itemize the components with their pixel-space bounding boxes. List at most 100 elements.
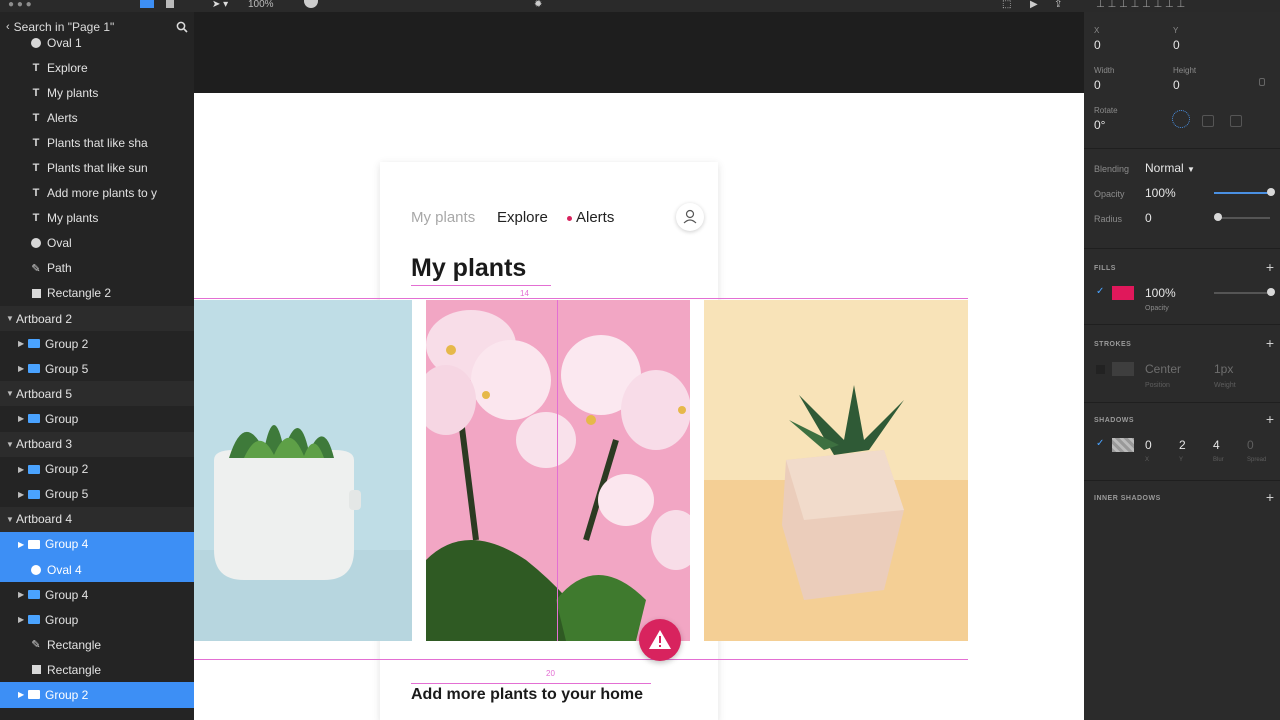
fill-opacity-field[interactable]: 100% (1145, 286, 1176, 300)
layer-artboard-row[interactable]: ▼ Artboard 5 (0, 381, 194, 407)
export-icon[interactable]: ⬚ (1002, 0, 1011, 10)
lock-icon[interactable] (1259, 78, 1265, 86)
opacity-slider-knob[interactable] (1267, 188, 1275, 196)
plant-card-orchid[interactable] (426, 300, 690, 641)
layer-row[interactable]: ▶ Group 2 (0, 331, 194, 356)
layer-row[interactable]: T Add more plants to y (0, 181, 194, 206)
shadow-enabled-check-icon[interactable]: ✓ (1096, 438, 1104, 449)
strokes-header: STROKES (1094, 341, 1132, 348)
radius-slider-knob[interactable] (1214, 213, 1222, 221)
plant-card-geometric-pot[interactable] (704, 300, 968, 641)
disclosure-right-icon[interactable]: ▶ (18, 414, 28, 423)
layers-icon[interactable] (140, 0, 154, 8)
nav-my-plants[interactable]: My plants (411, 209, 475, 226)
document-icon[interactable] (166, 0, 174, 8)
layer-row[interactable]: T Plants that like sha (0, 130, 194, 155)
rotate-field[interactable]: 0° (1094, 118, 1105, 132)
plant-card-succulent-white-pot[interactable] (194, 300, 412, 641)
shadow-spread-field[interactable]: 0 (1247, 438, 1254, 452)
rotate-dial-icon[interactable] (1172, 110, 1190, 128)
layer-artboard-row[interactable]: ▼ Artboard 3 (0, 431, 194, 457)
zoom-value[interactable]: 100% (248, 0, 274, 10)
layer-row[interactable]: ▶ Group (0, 607, 194, 632)
disclosure-right-icon[interactable]: ▶ (18, 364, 28, 373)
avatar[interactable] (676, 203, 704, 231)
layer-row[interactable]: ▶ Group (0, 406, 194, 431)
artboard[interactable]: My plants Explore Alerts My plants Add m… (194, 93, 1084, 720)
add-stroke-plus-icon[interactable]: + (1266, 336, 1274, 350)
layer-row[interactable]: ▶ Group 2 (0, 457, 194, 482)
rotate-label: Rotate (1094, 106, 1118, 115)
disclosure-right-icon[interactable]: ▶ (18, 465, 28, 474)
shadow-blur-field[interactable]: 4 (1213, 438, 1220, 452)
layer-row[interactable]: ▶ Group 2 (0, 682, 194, 708)
flip-horizontal-icon[interactable] (1202, 115, 1214, 127)
disclosure-down-icon[interactable]: ▼ (6, 515, 16, 524)
radius-slider[interactable] (1214, 217, 1270, 219)
disclosure-down-icon[interactable]: ▼ (6, 440, 16, 449)
disclosure-down-icon[interactable]: ▼ (6, 314, 16, 323)
disclosure-right-icon[interactable]: ▶ (18, 590, 28, 599)
shadow-x-field[interactable]: 0 (1145, 438, 1152, 452)
user-icon (683, 209, 697, 224)
gear-icon[interactable]: ✹ (534, 0, 542, 10)
layer-row[interactable]: ▶ Group 5 (0, 482, 194, 507)
layer-row[interactable]: Rectangle (0, 657, 194, 682)
layer-row[interactable]: Rectangle 2 (0, 281, 194, 306)
height-field[interactable]: 0 (1173, 78, 1180, 92)
layer-row[interactable]: T My plants (0, 206, 194, 231)
disclosure-right-icon[interactable]: ▶ (18, 540, 28, 549)
fill-enabled-check-icon[interactable]: ✓ (1096, 286, 1104, 297)
layer-row[interactable]: T Plants that like sun (0, 155, 194, 180)
add-fill-plus-icon[interactable]: + (1266, 260, 1274, 274)
layer-row[interactable]: ▶ Group 5 (0, 356, 194, 381)
fill-color-swatch[interactable] (1112, 286, 1134, 300)
play-icon[interactable]: ▶ (1030, 0, 1038, 10)
layer-label: Group (45, 612, 79, 627)
add-shadow-plus-icon[interactable]: + (1266, 412, 1274, 426)
layer-row[interactable]: T Explore (0, 55, 194, 80)
stroke-position-select[interactable]: Center (1145, 362, 1181, 376)
align-icons[interactable]: ⊥ ⊥ ⊥ ⊥ ⊥ ⊥ ⊥ ⊥ (1096, 0, 1185, 10)
disclosure-right-icon[interactable]: ▶ (18, 339, 28, 348)
stroke-enabled-checkbox[interactable] (1096, 365, 1105, 374)
shadow-y-field[interactable]: 2 (1179, 438, 1186, 452)
window-controls-icon[interactable]: ● ● ● (8, 0, 32, 10)
layer-row[interactable]: ✎ Rectangle (0, 632, 194, 657)
x-field[interactable]: 0 (1094, 38, 1101, 52)
add-inner-shadow-plus-icon[interactable]: + (1266, 490, 1274, 504)
blending-select[interactable]: Normal ▼ (1145, 161, 1195, 175)
opacity-field[interactable]: 100% (1145, 186, 1176, 200)
nav-explore[interactable]: Explore (497, 209, 548, 226)
shadow-color-swatch[interactable] (1112, 438, 1134, 452)
canvas[interactable]: My plants Explore Alerts My plants Add m… (194, 12, 1084, 720)
disclosure-down-icon[interactable]: ▼ (6, 389, 16, 398)
layer-row[interactable]: Oval (0, 231, 194, 256)
y-field[interactable]: 0 (1173, 38, 1180, 52)
disclosure-right-icon[interactable]: ▶ (18, 615, 28, 624)
share-icon[interactable]: ⇪ (1054, 0, 1062, 10)
disclosure-right-icon[interactable]: ▶ (18, 490, 28, 499)
layer-row[interactable]: ▶ Group 4 (0, 531, 194, 557)
layer-row[interactable]: T Alerts (0, 105, 194, 130)
warning-button[interactable] (639, 619, 681, 661)
stroke-weight-field[interactable]: 1px (1214, 362, 1233, 376)
width-field[interactable]: 0 (1094, 78, 1101, 92)
fill-opacity-slider[interactable] (1214, 292, 1270, 294)
opacity-slider[interactable] (1214, 192, 1270, 194)
layer-row[interactable]: ✎ Path (0, 256, 194, 281)
layer-row[interactable]: Oval 4 (0, 556, 194, 583)
select-tool-icon[interactable]: ➤ ▾ (212, 0, 228, 10)
comment-icon[interactable] (304, 0, 318, 8)
nav-alerts[interactable]: Alerts (567, 209, 614, 226)
disclosure-right-icon[interactable]: ▶ (18, 690, 28, 699)
stroke-color-swatch[interactable] (1112, 362, 1134, 376)
layer-row[interactable]: ▶ Group 4 (0, 582, 194, 607)
layer-row[interactable]: Oval 1 (0, 30, 194, 55)
flip-vertical-icon[interactable] (1230, 115, 1242, 127)
layer-row[interactable]: T My plants (0, 80, 194, 105)
layer-artboard-row[interactable]: ▼ Artboard 4 (0, 506, 194, 532)
radius-field[interactable]: 0 (1145, 211, 1152, 225)
fill-opacity-slider-knob[interactable] (1267, 288, 1275, 296)
layer-artboard-row[interactable]: ▼ Artboard 2 (0, 306, 194, 332)
